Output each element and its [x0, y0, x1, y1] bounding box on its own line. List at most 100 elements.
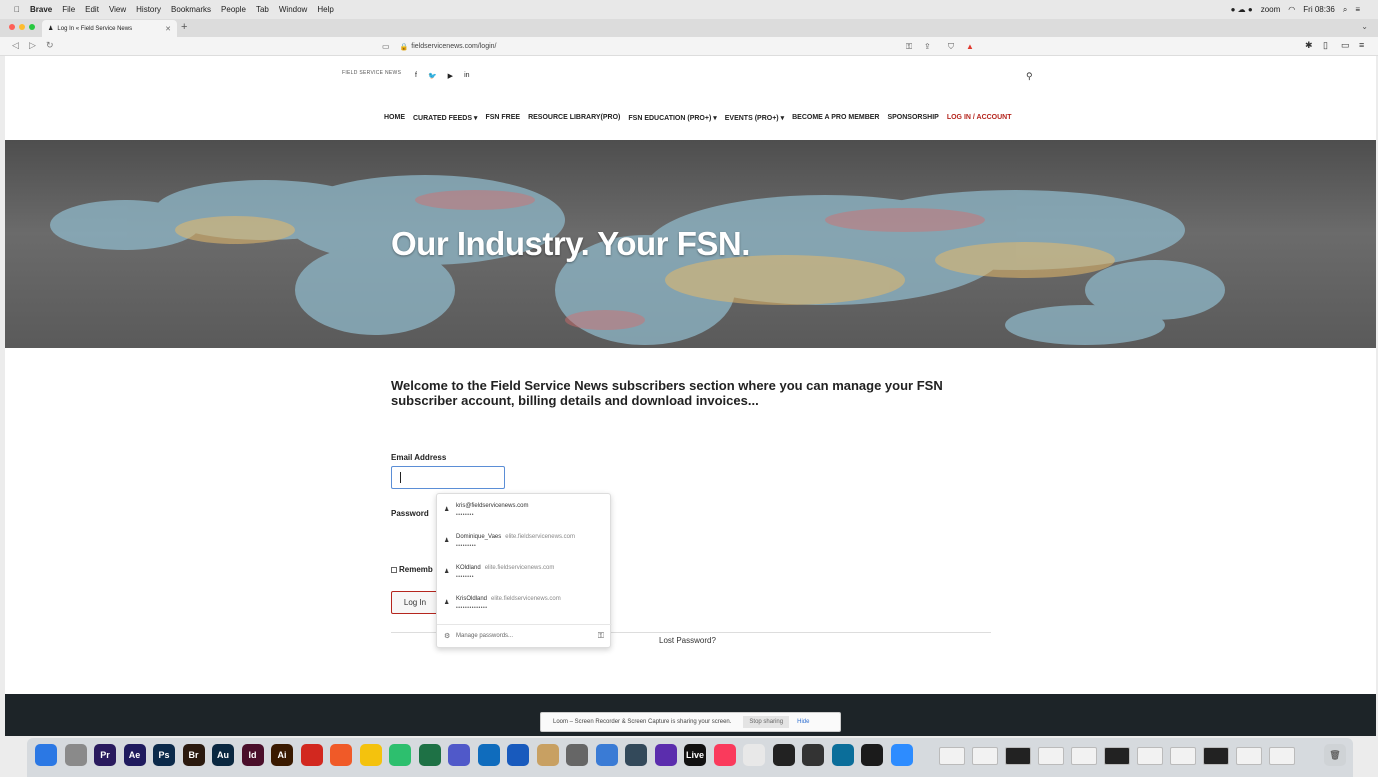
minimized-window-thumbnail[interactable]: [939, 747, 965, 765]
wifi-icon[interactable]: ◠: [1288, 5, 1295, 14]
extensions-icon[interactable]: ✱: [1305, 40, 1313, 51]
minimized-window-thumbnail[interactable]: [1269, 747, 1295, 765]
nav-home[interactable]: HOME: [384, 114, 405, 122]
minimized-window-thumbnail[interactable]: [1137, 747, 1163, 765]
nav-curated-feeds[interactable]: CURATED FEEDS ▾: [413, 114, 477, 122]
control-center-icon[interactable]: ≡: [1355, 5, 1360, 14]
lock-icon[interactable]: 🔒: [400, 43, 409, 51]
nav-fsn-free[interactable]: FSN FREE: [485, 114, 520, 122]
nav-fsn-education[interactable]: FSN EDUCATION (PRO+) ▾: [628, 114, 716, 122]
terminal-icon[interactable]: [861, 744, 883, 766]
linkedin-icon[interactable]: in: [464, 72, 469, 80]
status-icons[interactable]: ● ☁ ●: [1231, 5, 1253, 14]
autofill-entry[interactable]: ♟ KrisOldland elite.fieldservicenews.com …: [437, 587, 612, 617]
brave-shields-icon[interactable]: ⛉: [948, 42, 954, 52]
safari-icon[interactable]: [595, 744, 618, 766]
tab-list-chevron-icon[interactable]: ⌄: [1361, 22, 1368, 31]
minimized-window-thumbnail[interactable]: [1038, 747, 1064, 765]
bookmark-icon[interactable]: ▭: [382, 42, 390, 51]
twitter-icon[interactable]: 🐦: [428, 72, 437, 80]
back-button[interactable]: ◁: [12, 40, 19, 51]
menu-edit[interactable]: Edit: [85, 5, 99, 14]
obs-icon[interactable]: [802, 744, 824, 766]
zoom-window-button[interactable]: [29, 24, 35, 30]
spotlight-icon[interactable]: ⌕: [1343, 5, 1347, 15]
new-tab-button[interactable]: +: [181, 21, 187, 33]
log-in-button[interactable]: Log In: [391, 591, 439, 614]
site-search-icon[interactable]: ⚲: [1026, 71, 1033, 82]
grammarly-icon[interactable]: [389, 744, 411, 766]
remember-me[interactable]: Rememb: [391, 565, 433, 574]
nav-log-in-account[interactable]: LOG IN / ACCOUNT: [947, 114, 1012, 122]
key-icon[interactable]: ⚿: [906, 42, 912, 52]
xbox-icon[interactable]: [772, 744, 795, 766]
close-window-button[interactable]: [9, 24, 15, 30]
zoom-status[interactable]: zoom: [1261, 5, 1281, 14]
minimized-window-thumbnail[interactable]: [1005, 747, 1031, 765]
music-icon[interactable]: [713, 744, 736, 766]
hide-button[interactable]: Hide: [797, 719, 809, 725]
premiere-icon[interactable]: Pr: [94, 744, 116, 766]
outlook-icon[interactable]: [477, 744, 500, 766]
facebook-icon[interactable]: f: [415, 72, 417, 80]
email-field[interactable]: [391, 466, 505, 489]
site-logo[interactable]: FIELD SERVICE NEWS: [342, 70, 401, 76]
nav-become-pro-member[interactable]: BECOME A PRO MEMBER: [792, 114, 879, 122]
piano-icon[interactable]: [743, 744, 765, 766]
teams-icon[interactable]: [448, 744, 470, 766]
minimized-window-thumbnail[interactable]: [1236, 747, 1262, 765]
nav-events[interactable]: EVENTS (PRO+) ▾: [725, 114, 784, 122]
notes-icon[interactable]: [536, 744, 559, 766]
clock[interactable]: Fri 08:36: [1303, 5, 1335, 14]
excel-icon[interactable]: [418, 744, 441, 766]
autofill-entry[interactable]: ♟ KOldland elite.fieldservicenews.com •••…: [437, 556, 612, 586]
minimized-window-thumbnail[interactable]: [1071, 747, 1097, 765]
word-icon[interactable]: [507, 744, 529, 766]
chrome-icon[interactable]: [359, 744, 382, 766]
after-effects-icon[interactable]: Ae: [123, 744, 146, 766]
photoshop-icon[interactable]: Ps: [153, 744, 175, 766]
wallet-icon[interactable]: ▭: [1341, 40, 1350, 51]
autofill-entry[interactable]: ♟ Dominique_Vaes elite.fieldservicenews.c…: [437, 525, 612, 555]
remember-checkbox[interactable]: [391, 566, 397, 573]
bridge-icon[interactable]: Br: [182, 744, 205, 766]
url-text[interactable]: fieldservicenews.com/login/: [411, 43, 496, 50]
avid-icon[interactable]: [654, 744, 677, 766]
sidebar-icon[interactable]: ▯: [1323, 40, 1328, 51]
forward-button[interactable]: ▷: [29, 40, 36, 51]
minimized-window-thumbnail[interactable]: [1170, 747, 1196, 765]
minimized-window-thumbnail[interactable]: [972, 747, 998, 765]
lost-password-link[interactable]: Lost Password?: [659, 636, 716, 645]
finder-icon[interactable]: [35, 744, 57, 766]
console-icon[interactable]: [625, 744, 647, 766]
menu-view[interactable]: View: [109, 5, 126, 14]
acrobat-icon[interactable]: [300, 744, 323, 766]
menu-people[interactable]: People: [221, 5, 246, 14]
loom-icon[interactable]: [831, 744, 854, 766]
stop-sharing-button[interactable]: Stop sharing: [743, 716, 790, 728]
minimized-window-thumbnail[interactable]: [1203, 747, 1229, 765]
apple-icon[interactable]: : [14, 5, 20, 14]
youtube-icon[interactable]: ▶: [448, 72, 453, 80]
manage-passwords-row[interactable]: ⚙ Manage passwords... ⚿: [437, 624, 612, 648]
browser-tab[interactable]: ♟ Log In « Field Service News ✕: [42, 20, 177, 37]
trash-icon[interactable]: 🗑: [1324, 744, 1346, 766]
menu-help[interactable]: Help: [317, 5, 333, 14]
audition-icon[interactable]: Au: [212, 744, 234, 766]
disk-utility-icon[interactable]: [566, 744, 588, 766]
tab-close-icon[interactable]: ✕: [165, 25, 171, 33]
menu-history[interactable]: History: [136, 5, 161, 14]
zoom-icon[interactable]: [890, 744, 913, 766]
system-preferences-icon[interactable]: [64, 744, 87, 766]
menu-window[interactable]: Window: [279, 5, 307, 14]
illustrator-icon[interactable]: Ai: [271, 744, 293, 766]
brave-icon[interactable]: [330, 744, 352, 766]
app-menu-brave[interactable]: Brave: [30, 5, 52, 14]
reload-button[interactable]: ↻: [46, 40, 54, 51]
menu-file[interactable]: File: [62, 5, 75, 14]
menu-tab[interactable]: Tab: [256, 5, 269, 14]
share-icon[interactable]: ⇪: [924, 42, 931, 51]
address-bar[interactable]: ▭ 🔒 fieldservicenews.com/login/ ⚿ ⇪ ⛉ ▲: [382, 39, 982, 54]
browser-menu-icon[interactable]: ≡: [1359, 40, 1364, 50]
menu-bookmarks[interactable]: Bookmarks: [171, 5, 211, 14]
